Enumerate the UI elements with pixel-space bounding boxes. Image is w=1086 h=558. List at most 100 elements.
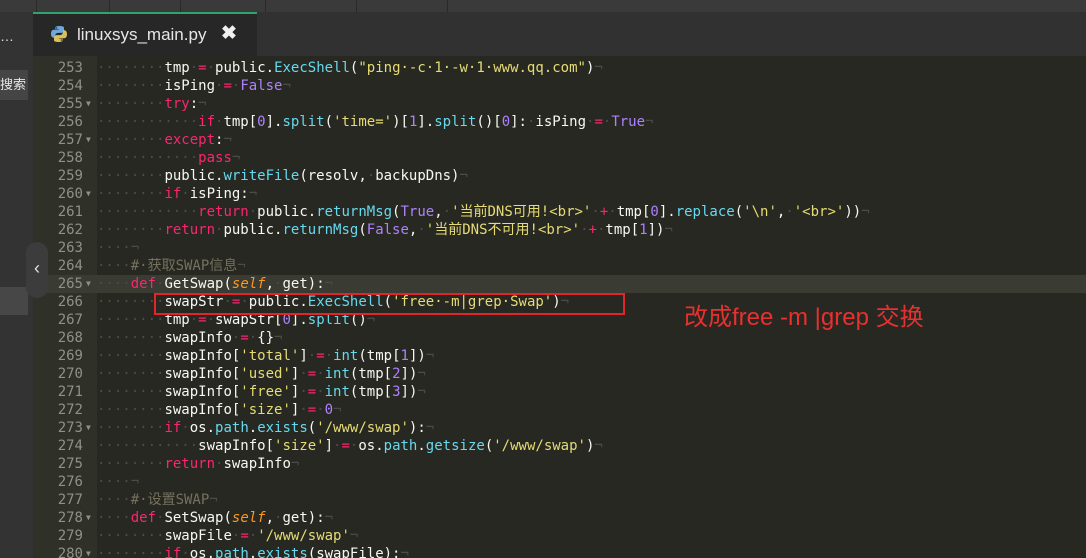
code-token: ¬ [861,204,870,220]
code-token: · [248,204,258,220]
fold-arrow-icon[interactable]: ▼ [86,95,91,113]
line-number: 257 [57,132,83,148]
code-token: · [189,60,199,76]
code-line[interactable]: 255 ▼ ········try:¬ [33,95,1086,113]
code-line[interactable]: 257 ▼ ········except:¬ [33,131,1086,149]
search-button[interactable]: 搜索 [0,70,28,100]
line-code: ············swapInfo['size']·=·os.path.g… [97,437,603,455]
code-token: · [299,384,308,400]
code-line[interactable]: 272 ········swapInfo['size']·=·0¬ [33,401,1086,419]
code-token: ········ [97,186,165,202]
code-line[interactable]: 280 ▼ ········if·os.path.exists(swapFile):… [33,545,1086,558]
line-code: ········swapInfo['total']·=·int(tmp[1])¬ [97,347,434,365]
line-number: 279 [57,528,83,544]
code-token: return [164,222,216,238]
code-line[interactable]: 268 ········swapInfo·=·{}¬ [33,329,1086,347]
line-code: ············if·tmp[0].split('time=')[1].… [97,113,653,131]
code-line[interactable]: 270 ········swapInfo['used']·=·int(tmp[2]… [33,365,1086,383]
code-line[interactable]: 271 ········swapInfo['free']·=·int(tmp[3]… [33,383,1086,401]
code-line[interactable]: 265 ▼ ····def·GetSwap(self,·get):¬ [33,275,1086,293]
code-line[interactable]: 273 ▼ ········if·os.path.exists('/www/swap… [33,419,1086,437]
selected-file-item[interactable] [0,287,28,315]
code-token: if [164,546,182,558]
code-line[interactable]: 261 ············return·public.returnMsg(T… [33,203,1086,221]
top-tab[interactable] [181,0,266,12]
code-token: swapFile [164,528,232,544]
code-line[interactable]: 275 ········return·swapInfo¬ [33,455,1086,473]
line-number: 262 [57,222,83,238]
panel-ellipsis[interactable]: … [0,28,14,44]
top-tab[interactable] [266,0,357,12]
line-code: ····#·设置SWAP¬ [97,491,218,509]
top-tab[interactable] [0,0,37,12]
close-icon[interactable]: ✖ [221,22,237,45]
code-token: (tmp[ [349,384,393,400]
code-token: public. [215,60,275,76]
code-token: 2 [392,366,401,382]
code-token: ( [484,438,494,454]
code-token: ] [324,438,334,454]
top-toolbar [0,0,1086,12]
code-line[interactable]: 264 ····#·获取SWAP信息¬ [33,257,1086,275]
code-line[interactable]: 259 ········public.writeFile(resolv,·back… [33,167,1086,185]
fold-arrow-icon[interactable]: ▼ [86,275,91,293]
line-number: 273 [57,420,83,436]
code-line[interactable]: 260 ▼ ········if·isPing:¬ [33,185,1086,203]
code-line[interactable]: 262 ········return · public.returnMsg(False… [33,221,1086,239]
fold-arrow-icon[interactable]: ▼ [86,419,91,437]
python-icon [51,26,67,42]
code-token: public. [164,168,224,184]
code-token: ········ [97,330,165,346]
code-token: if [198,114,216,130]
tab-linuxsys-main[interactable]: linuxsys_main.py ✖ [33,12,257,56]
top-tab[interactable] [357,0,448,12]
code-token: ¬ [130,240,140,256]
code-line[interactable]: 277 ····#·设置SWAP¬ [33,491,1086,509]
code-token: · [417,222,426,238]
code-line[interactable]: 276 ····¬ [33,473,1086,491]
code-token: ¬ [417,366,426,382]
code-line[interactable]: 274 ············swapInfo['size']·=·os.pat… [33,437,1086,455]
code-line[interactable]: 279 ········swapFile·=·'/www/swap'¬ [33,527,1086,545]
code-token: True [611,114,646,130]
line-code: ········swapInfo·=·{}¬ [97,329,282,347]
code-line[interactable]: 278 ▼ ····def·SetSwap(self,·get):¬ [33,509,1086,527]
code-token: '\n' [743,204,777,220]
fold-arrow-icon[interactable]: ▼ [86,545,91,558]
line-number: 258 [57,150,83,166]
code-token: tmp[ [605,222,640,238]
code-token: backupDns) [375,168,460,184]
code-token: ]. [658,204,676,220]
line-code: ········return·swapInfo¬ [97,455,299,473]
fold-arrow-icon[interactable]: ▼ [86,131,91,149]
code-token: ¬ [324,510,334,526]
code-token: GetSwap( [164,276,232,292]
code-line[interactable]: 258 ············pass¬ [33,149,1086,167]
code-token: ¬ [349,528,359,544]
code-token: public. [257,204,317,220]
fold-arrow-icon[interactable]: ▼ [86,509,91,527]
collapse-panel-button[interactable]: ‹ [26,242,48,298]
code-token: ( [734,204,744,220]
top-tab[interactable] [110,0,181,12]
code-line[interactable]: 269 ········swapInfo['total']·=·int(tmp[1… [33,347,1086,365]
code-line[interactable]: 263 ····¬ [33,239,1086,257]
code-token: · [248,528,258,544]
code-token: get): [282,276,325,292]
code-token: exists [257,420,308,436]
code-token: ¬ [324,276,334,292]
line-number: 260 [57,186,83,202]
line-code: ········swapInfo['free']·=·int(tmp[3])¬ [97,383,426,401]
code-token: ¬ [594,60,603,76]
code-token: {} [257,330,275,346]
code-line[interactable]: 256 ············if·tmp[0].split('time=')[… [33,113,1086,131]
code-token: ]: [510,114,527,130]
code-token: ········ [97,222,165,238]
fold-arrow-icon[interactable]: ▼ [86,185,91,203]
code-line[interactable]: 254 ········isPing·=·False¬ [33,77,1086,95]
code-token: 0 [257,114,266,130]
code-line[interactable]: 253 ········tmp·=·public.ExecShell("ping·… [33,59,1086,77]
code-token: os. [189,546,216,558]
code-token: ]) [400,384,418,400]
top-tab[interactable] [37,0,110,12]
